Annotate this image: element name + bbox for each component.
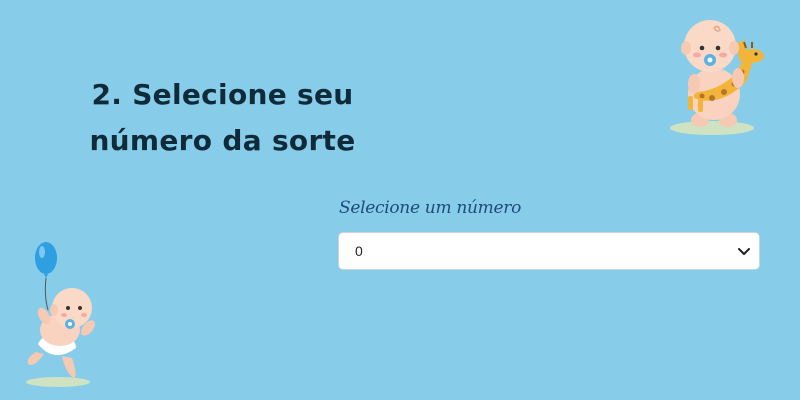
heading-line-1: 2. Selecione seu [91, 78, 354, 111]
baby-with-giraffe-illustration [664, 12, 774, 142]
number-select-value: 0 [355, 243, 363, 259]
number-select-label: Selecione um número [339, 198, 522, 218]
number-select[interactable]: 0 [338, 232, 760, 270]
heading-line-2: número da sorte [89, 124, 356, 157]
chevron-down-icon [735, 242, 753, 260]
page-heading: 2. Selecione seu número da sorte [70, 72, 375, 164]
baby-with-balloon-illustration [14, 236, 110, 392]
